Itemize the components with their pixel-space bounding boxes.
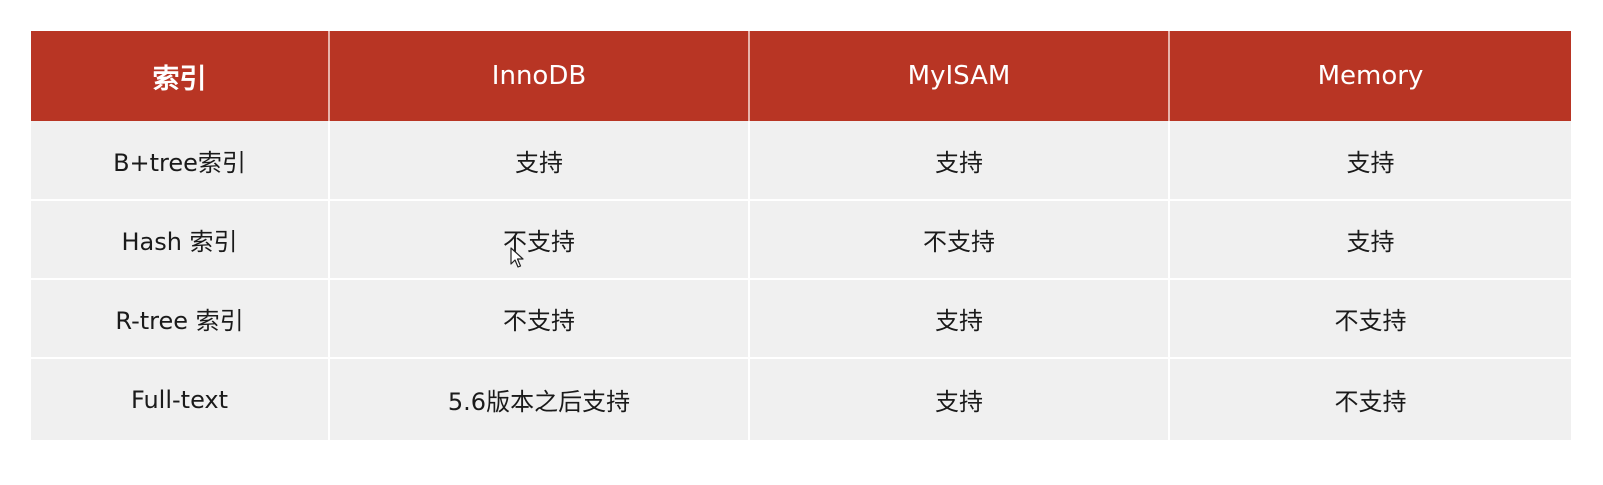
header-row: 索引 InnoDB MyISAM Memory [31,31,1571,121]
table-row: R-tree 索引 不支持 支持 不支持 [31,278,1571,358]
table-cell: 支持 [328,121,749,200]
table-row: Hash 索引 不支持 不支持 支持 [31,199,1571,279]
header-cell-index-type: 索引 [31,31,329,121]
engine-index-comparison-table-container: 索引 InnoDB MyISAM Memory B+tree索引 支持 支持 支… [31,31,1571,440]
table-body: B+tree索引 支持 支持 支持 Hash 索引 不支持 不支持 支持 R-t… [31,121,1571,440]
row-label-cell: R-tree 索引 [31,278,329,358]
header-cell-myisam: MyISAM [748,31,1169,121]
table-cell: 不支持 [1168,278,1571,358]
table-cell: 不支持 [1168,357,1571,440]
table-row: Full-text 5.6版本之后支持 支持 不支持 [31,357,1571,440]
row-label-cell: Full-text [31,357,329,440]
header-cell-innodb: InnoDB [328,31,749,121]
table-cell: 不支持 [748,199,1169,279]
table-cell: 支持 [1168,199,1571,279]
table-row: B+tree索引 支持 支持 支持 [31,121,1571,200]
header-cell-memory: Memory [1168,31,1571,121]
table-cell: 不支持 [328,199,749,279]
table-cell: 支持 [1168,121,1571,200]
table-cell: 支持 [748,278,1169,358]
table-cell: 支持 [748,121,1169,200]
engine-index-comparison-table: 索引 InnoDB MyISAM Memory B+tree索引 支持 支持 支… [31,31,1571,440]
table-cell: 5.6版本之后支持 [328,357,749,440]
row-label-cell: Hash 索引 [31,199,329,279]
table-header: 索引 InnoDB MyISAM Memory [31,31,1571,121]
row-label-cell: B+tree索引 [31,121,329,200]
table-cell: 不支持 [328,278,749,358]
table-cell: 支持 [748,357,1169,440]
